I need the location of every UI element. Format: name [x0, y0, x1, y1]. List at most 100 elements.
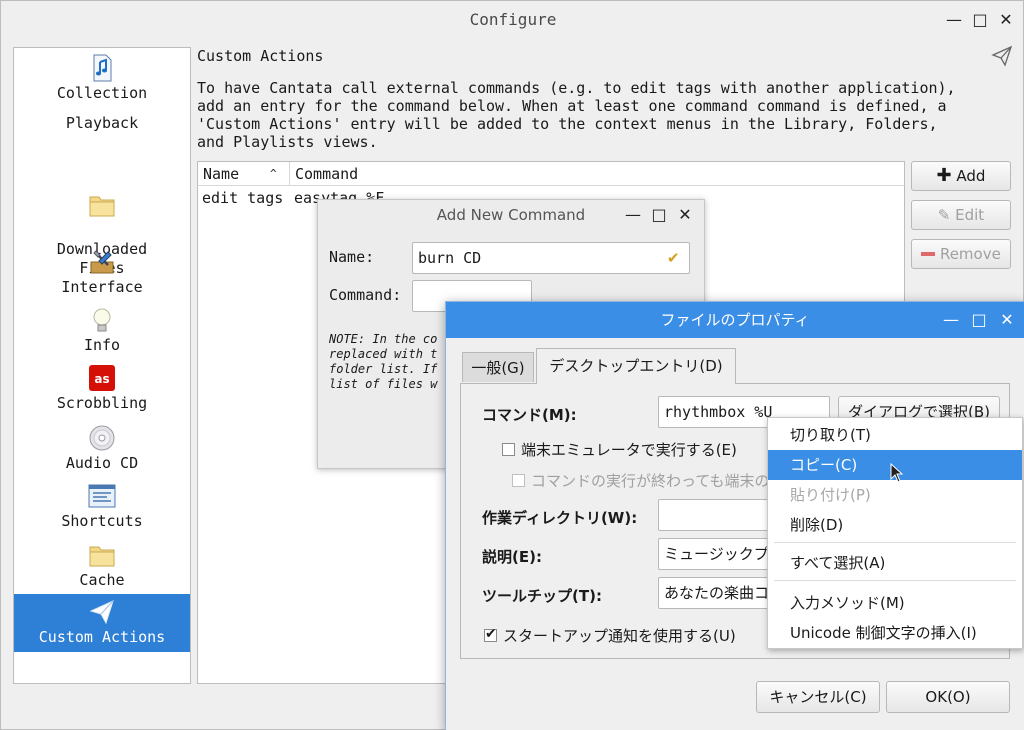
column-header-label: Command — [295, 165, 359, 183]
sidebar-item-shortcuts[interactable]: Shortcuts — [14, 482, 190, 536]
tooltip-input[interactable]: あなたの楽曲コ — [658, 577, 778, 609]
run-in-terminal-checkbox[interactable]: 端末エミュレータで実行する(E) — [502, 439, 737, 460]
column-header-command[interactable]: Command — [290, 162, 904, 186]
menu-separator — [774, 542, 1016, 543]
minus-icon — [921, 252, 936, 256]
checkbox-box: ✔ — [484, 626, 497, 642]
edit-button[interactable]: ✎ Edit — [911, 200, 1011, 230]
checkmark-icon: ✔ — [485, 626, 497, 642]
page-description: To have Cantata call external commands (… — [197, 79, 1007, 151]
clear-broom-icon[interactable]: ✔ — [667, 243, 680, 273]
command-label: コマンド(M): — [482, 406, 577, 424]
close-icon[interactable]: ✕ — [998, 311, 1016, 329]
menu-separator — [774, 580, 1016, 581]
tab-general[interactable]: 一般(G) — [462, 352, 534, 382]
tooltip-label: ツールチップ(T): — [482, 587, 602, 605]
send-icon — [89, 600, 114, 625]
sidebar-item-label: Custom Actions — [38, 628, 166, 646]
command-label: Command: — [329, 286, 402, 304]
sidebar-item-label: Info — [83, 336, 121, 354]
menu-item-input-method[interactable]: 入力メソッド(M) — [768, 588, 1022, 618]
plus-icon: ✚ — [936, 165, 952, 186]
sidebar-item-label: Shortcuts — [61, 512, 143, 530]
description-label: 説明(E): — [482, 548, 542, 566]
checkbox-label: 端末エミュレータで実行する(E) — [521, 441, 737, 459]
folder-icon — [89, 196, 115, 217]
folder-icon — [89, 546, 115, 567]
tooltip-input-value: あなたの楽曲コ — [664, 584, 770, 602]
column-header-label: Name — [203, 165, 240, 183]
checkbox-box — [502, 443, 515, 456]
window-title: Configure — [469, 10, 557, 29]
checkbox-label: コマンドの実行が終わっても端末の — [531, 472, 770, 490]
sidebar-item-audio-cd[interactable]: Audio CD — [14, 424, 190, 478]
description-line: 'Custom Actions' entry will be added to … — [197, 115, 938, 133]
close-icon[interactable]: ✕ — [676, 206, 694, 224]
note-line: NOTE: In the co — [329, 332, 438, 346]
menu-item-insert-unicode[interactable]: Unicode 制御文字の挿入(I) — [768, 618, 1022, 648]
svg-text:as: as — [94, 372, 109, 386]
remove-button-label: Remove — [939, 245, 1001, 263]
note-line: replaced with t — [329, 347, 438, 361]
sidebar-item-label: Collection — [56, 84, 148, 102]
workdir-input[interactable] — [658, 499, 778, 531]
sidebar-item-cache[interactable]: Cache — [14, 541, 190, 595]
shortcuts-icon — [88, 484, 116, 508]
menu-item-paste[interactable]: 貼り付け(P) — [768, 480, 1022, 510]
edit-icon: ✎ — [937, 206, 951, 224]
menu-item-cut[interactable]: 切り取り(T) — [768, 420, 1022, 450]
tab-desktop-entry[interactable]: デスクトップエントリ(D) — [536, 348, 736, 384]
workdir-label: 作業ディレクトリ(W): — [482, 509, 638, 527]
sort-ascending-icon: ^ — [270, 167, 277, 180]
ok-button[interactable]: OK(O) — [886, 681, 1010, 713]
name-input-value: burn CD — [418, 249, 482, 267]
maximize-icon[interactable]: □ — [971, 11, 989, 29]
mouse-cursor-icon — [890, 463, 904, 483]
sidebar-item-info[interactable]: Info — [14, 306, 190, 360]
description-line: add an entry for the command below. When… — [197, 97, 947, 115]
maximize-icon[interactable]: □ — [650, 206, 668, 224]
sidebar-item-label: Scrobbling — [56, 394, 148, 412]
tools-icon — [90, 250, 114, 274]
command-input-value: rhythmbox %U — [664, 403, 773, 421]
minimize-icon[interactable]: — — [942, 311, 960, 329]
sidebar-item-playback[interactable]: Playback — [14, 111, 190, 135]
startup-notify-checkbox[interactable]: ✔ スタートアップ通知を使用する(U) — [484, 625, 736, 646]
row-name: edit tags — [202, 189, 284, 207]
menu-item-select-all[interactable]: すべて選択(A) — [768, 548, 1022, 578]
send-icon — [991, 45, 1013, 67]
lastfm-icon: as — [89, 365, 115, 391]
name-input[interactable]: burn CD ✔ — [412, 242, 690, 274]
add-button-label: Add — [956, 167, 986, 185]
music-file-icon — [93, 54, 112, 82]
menu-item-delete[interactable]: 削除(D) — [768, 510, 1022, 540]
sidebar-item-downloaded-files[interactable]: Downloaded Files — [14, 172, 190, 277]
context-menu: 切り取り(T) コピー(C) 貼り付け(P) 削除(D) すべて選択(A) 入力… — [767, 417, 1023, 649]
description-line: To have Cantata call external commands (… — [197, 79, 956, 97]
dialog-title: Add New Command — [436, 206, 586, 224]
minimize-icon[interactable]: — — [945, 11, 963, 29]
column-header-name[interactable]: Name ^ — [198, 162, 290, 186]
description-input[interactable]: ミュージックプ — [658, 538, 778, 570]
checkbox-box — [512, 474, 525, 487]
cd-icon — [89, 425, 115, 451]
close-icon[interactable]: ✕ — [997, 11, 1015, 29]
description-line: and Playlists views. — [197, 133, 378, 151]
sidebar-item-label: Playback — [65, 114, 139, 132]
sidebar-item-scrobbling[interactable]: as Scrobbling — [14, 364, 190, 418]
keep-terminal-checkbox[interactable]: コマンドの実行が終わっても端末の — [512, 470, 770, 491]
add-button[interactable]: ✚ Add — [911, 161, 1011, 191]
dialog-title: ファイルのプロパティ — [446, 302, 1024, 338]
maximize-icon[interactable]: □ — [970, 311, 988, 329]
sidebar-item-collection[interactable]: Collection — [14, 54, 190, 116]
sidebar-item-interface[interactable]: Interface — [14, 248, 190, 300]
page-title: Custom Actions — [197, 47, 324, 65]
cancel-button[interactable]: キャンセル(C) — [756, 681, 880, 713]
lightbulb-icon — [93, 308, 111, 332]
sidebar-item-label: Audio CD — [65, 454, 139, 472]
remove-button[interactable]: Remove — [911, 239, 1011, 269]
sidebar-item-custom-actions[interactable]: Custom Actions — [14, 594, 190, 652]
minimize-icon[interactable]: — — [624, 206, 642, 224]
sidebar-item-label: Cache — [79, 571, 125, 589]
note-line: folder list. If — [329, 362, 438, 376]
